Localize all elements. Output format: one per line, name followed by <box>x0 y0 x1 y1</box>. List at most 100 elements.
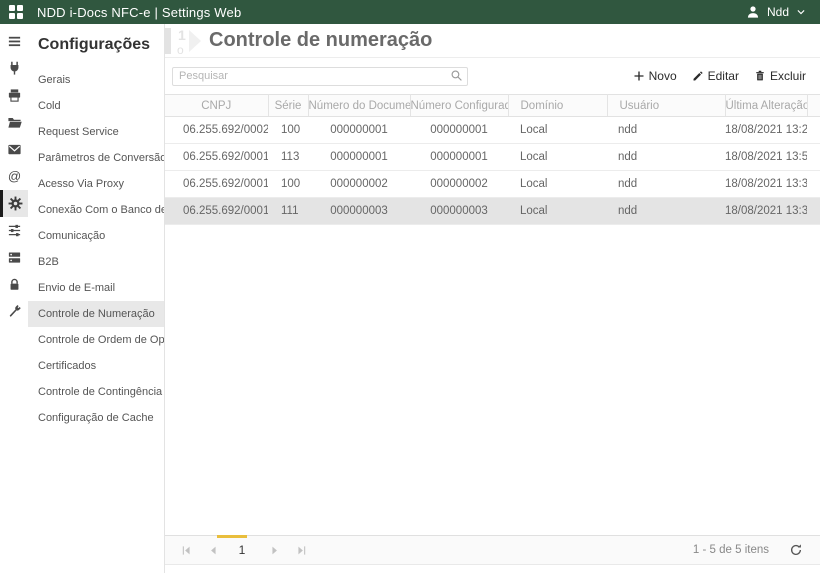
sidebar-item-request-service[interactable]: Request Service <box>28 119 164 145</box>
sidebar-item-conexao-banco-de-dados[interactable]: Conexão Com o Banco de Dados <box>28 197 164 223</box>
cell-numero-documento: 000000001 <box>308 117 410 144</box>
rail-item-plug[interactable] <box>0 55 28 82</box>
new-button[interactable]: Novo <box>633 69 677 83</box>
table-row-selected[interactable]: 06.255.692/0001-01 111 000000003 0000000… <box>165 198 820 225</box>
numbering-icon: 1 o <box>165 25 207 57</box>
cell-cnpj: 06.255.692/0001-01 <box>165 171 268 198</box>
app-title: NDD i-Docs NFC-e | Settings Web <box>37 5 241 20</box>
cell-ultima-alteracao: 18/08/2021 13:50:59 <box>725 144 807 171</box>
delete-button[interactable]: Excluir <box>754 69 806 83</box>
printer-icon <box>7 88 22 103</box>
column-header-numero-configurado[interactable]: Número Configurado <box>410 95 508 117</box>
sidebar-item-envio-de-email[interactable]: Envio de E-mail <box>28 275 164 301</box>
cell-dominio: Local <box>508 198 607 225</box>
rail-item-at-sign[interactable]: @ <box>0 163 28 190</box>
rail-item-lock[interactable] <box>0 271 28 298</box>
plug-icon <box>7 61 22 76</box>
data-grid: CNPJ Série Número do Documento Número Co… <box>165 94 820 225</box>
search-input[interactable] <box>172 67 468 86</box>
edit-button[interactable]: Editar <box>692 69 739 83</box>
sidebar-item-acesso-via-proxy[interactable]: Acesso Via Proxy <box>28 171 164 197</box>
column-header-serie[interactable]: Série <box>268 95 308 117</box>
sidebar-item-b2b[interactable]: B2B <box>28 249 164 275</box>
table-row[interactable]: 06.255.692/0001-01 113 000000001 0000000… <box>165 144 820 171</box>
search-icon[interactable] <box>450 69 463 82</box>
delete-button-label: Excluir <box>770 69 806 83</box>
refresh-button[interactable] <box>789 543 803 557</box>
column-header-usuario[interactable]: Usuário <box>607 95 725 117</box>
table-row[interactable]: 06.255.692/0002-86 100 000000001 0000000… <box>165 117 820 144</box>
column-header-ultima-alteracao[interactable]: Última Alteração <box>725 95 807 117</box>
sidebar: Configurações Gerais Cold Request Servic… <box>28 24 165 573</box>
pager: 1 1 - 5 de 5 itens <box>165 535 820 565</box>
search-box <box>172 66 468 86</box>
cell-numero-configurado: 000000001 <box>410 144 508 171</box>
cell-serie: 100 <box>268 171 308 198</box>
sidebar-title: Configurações <box>28 24 164 67</box>
controls-row: Novo Editar <box>165 58 820 94</box>
sidebar-item-parametros-de-conversao[interactable]: Parâmetros de Conversão <box>28 145 164 171</box>
cell-usuario: ndd <box>607 144 725 171</box>
rail-item-server[interactable] <box>0 244 28 271</box>
cell-cnpj: 06.255.692/0001-01 <box>165 144 268 171</box>
sidebar-item-cold[interactable]: Cold <box>28 93 164 119</box>
refresh-icon <box>789 543 803 557</box>
plus-icon <box>633 70 645 82</box>
cell-numero-documento: 000000003 <box>308 198 410 225</box>
last-page-button[interactable] <box>296 545 307 556</box>
sidebar-item-controle-contingencia[interactable]: Controle de Contingência <box>28 379 164 405</box>
column-header-cnpj[interactable]: CNPJ <box>165 95 268 117</box>
grid-header-row: CNPJ Série Número do Documento Número Co… <box>165 95 820 117</box>
first-page-icon <box>181 545 192 556</box>
current-page-indicator <box>217 535 247 538</box>
cell-usuario: ndd <box>607 198 725 225</box>
main-content: 1 o Controle de numeração No <box>165 24 820 573</box>
rail-item-gear[interactable] <box>0 190 28 217</box>
folder-open-icon <box>7 115 22 130</box>
svg-text:1: 1 <box>178 27 186 43</box>
new-button-label: Novo <box>649 69 677 83</box>
menu-icon <box>7 34 22 49</box>
user-name: Ndd <box>767 5 789 19</box>
sidebar-item-gerais[interactable]: Gerais <box>28 67 164 93</box>
rail-item-wrench[interactable] <box>0 298 28 325</box>
sidebar-item-comunicacao[interactable]: Comunicação <box>28 223 164 249</box>
sidebar-item-certificados[interactable]: Certificados <box>28 353 164 379</box>
rail-item-menu[interactable] <box>0 28 28 55</box>
cell-usuario: ndd <box>607 117 725 144</box>
cell-ultima-alteracao: 18/08/2021 13:28:29 <box>725 117 807 144</box>
cell-dominio: Local <box>508 117 607 144</box>
rail-item-mail[interactable] <box>0 136 28 163</box>
sidebar-item-controle-ordem-operacao[interactable]: Controle de Ordem de Operação <box>28 327 164 353</box>
svg-text:o: o <box>177 43 184 57</box>
rail-item-printer[interactable] <box>0 82 28 109</box>
sidebar-item-controle-de-numeracao[interactable]: Controle de Numeração <box>28 301 164 327</box>
icon-rail: @ <box>0 24 28 573</box>
column-header-numero-documento[interactable]: Número do Documento <box>308 95 410 117</box>
cell-numero-configurado: 000000003 <box>410 198 508 225</box>
current-page[interactable]: 1 <box>231 543 253 557</box>
column-header-dominio[interactable]: Domínio <box>508 95 607 117</box>
cell-dominio: Local <box>508 144 607 171</box>
column-header-stub <box>807 95 820 117</box>
table-row[interactable]: 06.255.692/0001-01 100 000000002 0000000… <box>165 171 820 198</box>
user-icon <box>746 5 760 19</box>
sliders-icon <box>7 223 22 238</box>
cell-serie: 111 <box>268 198 308 225</box>
page-header: 1 o Controle de numeração <box>165 24 820 58</box>
cell-cnpj: 06.255.692/0002-86 <box>165 117 268 144</box>
pager-items-info: 1 - 5 de 5 itens <box>693 544 769 556</box>
rail-item-sliders[interactable] <box>0 217 28 244</box>
edit-button-label: Editar <box>708 69 739 83</box>
first-page-button[interactable] <box>181 545 192 556</box>
next-page-button[interactable] <box>269 545 280 556</box>
sidebar-item-configuracao-de-cache[interactable]: Configuração de Cache <box>28 405 164 431</box>
chevron-down-icon <box>796 7 806 17</box>
previous-page-button[interactable] <box>208 545 219 556</box>
pencil-icon <box>692 70 704 82</box>
user-menu[interactable]: Ndd <box>746 5 806 19</box>
rail-item-folder-open[interactable] <box>0 109 28 136</box>
svg-text:@: @ <box>7 169 20 184</box>
gear-icon <box>8 196 23 211</box>
wrench-icon <box>7 304 22 319</box>
